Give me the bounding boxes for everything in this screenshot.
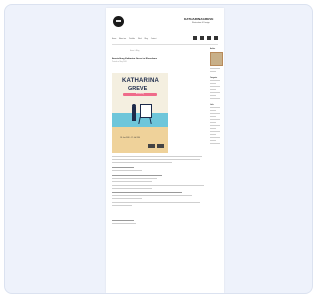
exhibition-poster[interactable]: KATHARINA GREVE Ausstellung 18. Juni 201…	[112, 73, 168, 153]
header-divider	[112, 44, 218, 45]
nav-item-contact[interactable]: Contact	[151, 39, 157, 40]
text-line	[112, 156, 202, 157]
breadcrumb[interactable]: Home » Blog	[130, 51, 139, 52]
nav-item-blog[interactable]: Blog	[145, 39, 148, 40]
sidebar-link[interactable]	[210, 119, 220, 120]
section-heading	[112, 175, 162, 176]
text-line	[112, 185, 204, 186]
nav-item-work[interactable]: Work	[138, 39, 142, 40]
sidebar-link[interactable]	[210, 92, 220, 93]
site-brand[interactable]: KATHARINAGREVE	[184, 17, 214, 21]
post-title[interactable]: Ausstellung Katharina Greve im Ehrenhaus	[112, 58, 207, 61]
sidebar-link[interactable]	[210, 89, 216, 90]
sidebar-thumbnail[interactable]	[210, 52, 223, 66]
section-heading	[112, 220, 134, 221]
poster-sponsor-logos	[148, 144, 164, 148]
web-page: KATHARINAGREVE Illustration & Design Hom…	[106, 8, 224, 293]
text-line	[112, 188, 152, 189]
sidebar-link[interactable]	[210, 140, 216, 141]
poster-name-line1: KATHARINA	[122, 78, 160, 84]
sidebar-heading-categories: Categories	[210, 78, 218, 79]
poster-subtitle: Ausstellung	[136, 94, 144, 95]
sidebar: Archive Categories Links	[210, 48, 223, 146]
nav-item-home[interactable]: Home	[112, 39, 116, 40]
sidebar-link[interactable]	[210, 137, 220, 138]
sponsor-logo	[157, 144, 164, 148]
poster-sand	[112, 127, 168, 153]
search-icon[interactable]	[214, 36, 218, 40]
social-icons	[193, 36, 218, 40]
text-line	[112, 223, 136, 224]
sidebar-link[interactable]	[210, 71, 216, 72]
sidebar-link[interactable]	[210, 110, 216, 111]
sidebar-link[interactable]	[210, 131, 220, 132]
site-logo[interactable]	[113, 16, 124, 27]
poster-painter-figure	[132, 107, 136, 121]
facebook-icon[interactable]	[200, 36, 204, 40]
sidebar-link[interactable]	[210, 128, 216, 129]
sidebar-link[interactable]	[210, 80, 220, 81]
text-line	[112, 162, 172, 163]
poster-dates: 18. Juni 2016 - 17. Juli 2016	[120, 138, 141, 139]
text-line	[112, 159, 200, 160]
sidebar-link[interactable]	[210, 134, 216, 135]
nav-item-about[interactable]: About me	[119, 39, 126, 40]
sidebar-link[interactable]	[210, 98, 220, 99]
section-heading	[112, 192, 182, 193]
text-line	[112, 181, 152, 182]
text-line	[112, 178, 157, 179]
text-line	[112, 198, 142, 199]
sidebar-link[interactable]	[210, 116, 216, 117]
sidebar-link[interactable]	[210, 122, 216, 123]
post-body	[112, 156, 207, 226]
section-heading	[112, 167, 134, 168]
post-meta: Posted on May 2016	[112, 62, 127, 63]
poster-subtitle-banner: Ausstellung	[123, 93, 157, 96]
instagram-icon[interactable]	[193, 36, 197, 40]
rss-icon[interactable]	[207, 36, 211, 40]
sidebar-heading-links: Links	[210, 105, 214, 106]
browser-frame: KATHARINAGREVE Illustration & Design Hom…	[4, 4, 313, 294]
poster-name-line2: GREVE	[128, 86, 148, 92]
text-line	[112, 170, 142, 171]
main-nav: Home About me Portfolio Work Blog Contac…	[112, 36, 218, 42]
sidebar-link[interactable]	[210, 143, 220, 144]
site-tagline: Illustration & Design	[192, 22, 210, 24]
text-line	[112, 195, 192, 196]
nav-item-portfolio[interactable]: Portfolio	[129, 39, 135, 40]
sidebar-link[interactable]	[210, 86, 220, 87]
sponsor-logo	[148, 144, 155, 148]
sidebar-link[interactable]	[210, 125, 220, 126]
sidebar-link[interactable]	[210, 83, 216, 84]
sidebar-heading-archive: Archive	[210, 49, 216, 50]
sidebar-link[interactable]	[210, 95, 216, 96]
sidebar-link[interactable]	[210, 68, 220, 69]
text-line	[112, 202, 200, 203]
text-line	[112, 205, 132, 206]
sidebar-link[interactable]	[210, 107, 220, 108]
post-content: Ausstellung Katharina Greve im Ehrenhaus…	[112, 58, 207, 224]
sidebar-link[interactable]	[210, 113, 220, 114]
